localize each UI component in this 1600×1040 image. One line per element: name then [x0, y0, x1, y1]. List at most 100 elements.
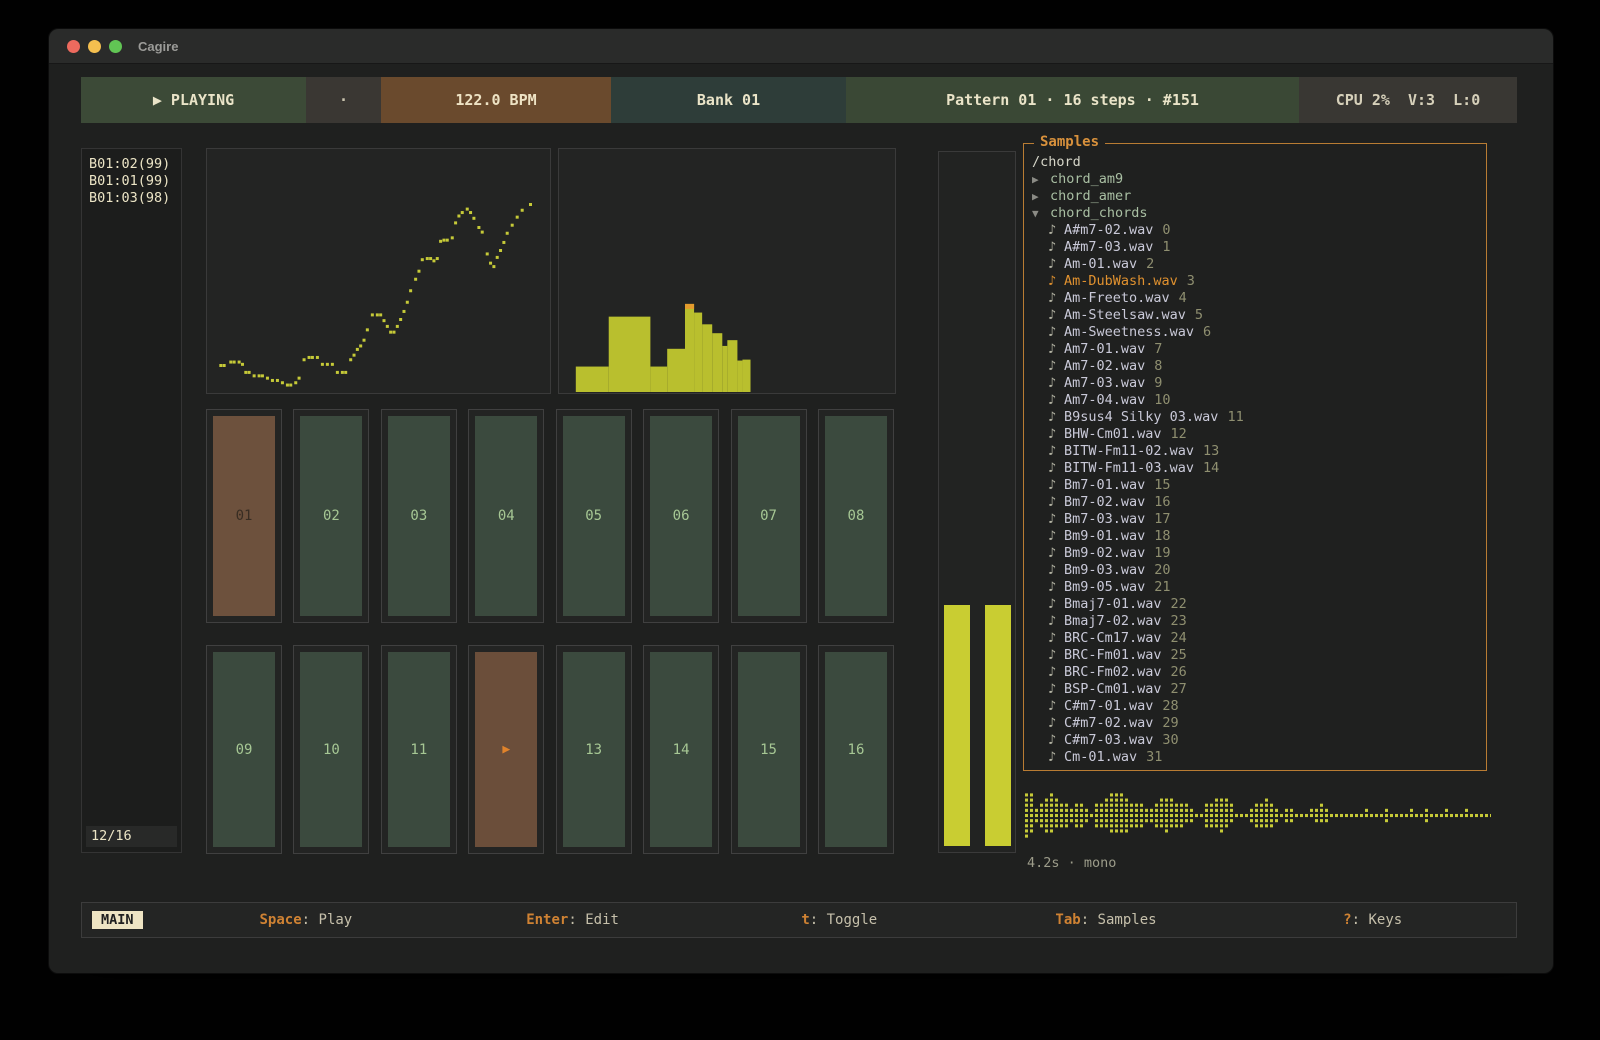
folder-name: chord_amer — [1050, 188, 1131, 204]
music-note-icon: ♪ — [1048, 443, 1064, 460]
music-note-icon: ♪ — [1048, 545, 1064, 562]
music-note-icon: ♪ — [1048, 477, 1064, 494]
music-note-icon: ♪ — [1048, 528, 1064, 545]
sample-file-row[interactable]: ♪BRC-Fm01.wav25 — [1048, 647, 1482, 664]
sample-file-row[interactable]: ♪Bm7-01.wav15 — [1048, 477, 1482, 494]
pad-08[interactable]: 08 — [818, 409, 894, 623]
sample-file-row[interactable]: ♪Bmaj7-01.wav22 — [1048, 596, 1482, 613]
music-note-icon: ♪ — [1048, 596, 1064, 613]
pad-label: 09 — [213, 652, 275, 847]
sample-file-index: 29 — [1162, 715, 1178, 731]
sample-file-index: 24 — [1171, 630, 1187, 646]
pad-13[interactable]: 13 — [556, 645, 632, 854]
pad-03[interactable]: 03 — [381, 409, 457, 623]
sample-file-row[interactable]: ♪Am7-04.wav10 — [1048, 392, 1482, 409]
sample-file-name: A#m7-02.wav — [1064, 222, 1153, 238]
pad-05[interactable]: 05 — [556, 409, 632, 623]
folder-expanded-icon[interactable]: ▼ — [1032, 205, 1050, 222]
sample-file-row[interactable]: ♪BITW-Fm11-03.wav14 — [1048, 460, 1482, 477]
sample-file-name: Am7-01.wav — [1064, 341, 1145, 357]
sample-file-row[interactable]: ♪Am7-03.wav9 — [1048, 375, 1482, 392]
pad-label: 05 — [563, 416, 625, 616]
sample-file-row[interactable]: ♪Am7-01.wav7 — [1048, 341, 1482, 358]
pad-02[interactable]: 02 — [293, 409, 369, 623]
sample-file-row[interactable]: ♪BHW-Cm01.wav12 — [1048, 426, 1482, 443]
sample-file-row[interactable]: ♪B9sus4 Silky 03.wav11 — [1048, 409, 1482, 426]
sample-file-row[interactable]: ♪C#m7-03.wav30 — [1048, 732, 1482, 749]
sample-file-name: BRC-Fm01.wav — [1064, 647, 1162, 663]
status-segment-transport[interactable]: ▶ PLAYING — [81, 77, 306, 123]
pad-09[interactable]: 09 — [206, 645, 282, 854]
sample-file-row[interactable]: ♪Bm9-01.wav18 — [1048, 528, 1482, 545]
sample-file-index: 23 — [1171, 613, 1187, 629]
sample-file-index: 25 — [1171, 647, 1187, 663]
sample-file-index: 19 — [1154, 545, 1170, 561]
sample-file-row[interactable]: ♪C#m7-01.wav28 — [1048, 698, 1482, 715]
pad-14[interactable]: 14 — [643, 645, 719, 854]
status-segment-bank[interactable]: Bank 01 — [611, 77, 846, 123]
folder-row-chord_amer[interactable]: ▶chord_amer — [1032, 188, 1482, 205]
sample-file-row-selected[interactable]: ♪Am-DubWash.wav3 — [1048, 273, 1482, 290]
voice-readout: B01:03(98) — [82, 190, 181, 207]
folder-collapsed-icon[interactable]: ▶ — [1032, 188, 1050, 205]
sample-file-row[interactable]: ♪A#m7-02.wav0 — [1048, 222, 1482, 239]
sample-file-row[interactable]: ♪Am-Steelsaw.wav5 — [1048, 307, 1482, 324]
pad-07[interactable]: 07 — [731, 409, 807, 623]
pad-label: 11 — [388, 652, 450, 847]
music-note-icon: ♪ — [1048, 375, 1064, 392]
sample-file-row[interactable]: ♪Bm9-05.wav21 — [1048, 579, 1482, 596]
sample-file-index: 5 — [1195, 307, 1203, 323]
status-segment-bpm[interactable]: 122.0 BPM — [381, 77, 611, 123]
samples-file-tree[interactable]: /chord▶chord_am9▶chord_amer▼chord_chords… — [1024, 144, 1486, 770]
music-note-icon: ♪ — [1048, 664, 1064, 681]
sample-file-row[interactable]: ♪C#m7-02.wav29 — [1048, 715, 1482, 732]
folder-collapsed-icon[interactable]: ▶ — [1032, 171, 1050, 188]
sample-file-row[interactable]: ♪Bmaj7-02.wav23 — [1048, 613, 1482, 630]
sample-file-row[interactable]: ♪BSP-Cm01.wav27 — [1048, 681, 1482, 698]
key-hint-keys: ?: Keys — [1239, 912, 1506, 928]
sample-file-row[interactable]: ♪A#m7-03.wav1 — [1048, 239, 1482, 256]
sample-file-row[interactable]: ♪Bm9-02.wav 19 — [1048, 545, 1482, 562]
window-titlebar: Cagire — [49, 29, 1553, 64]
sample-file-index: 17 — [1154, 511, 1170, 527]
sample-file-row[interactable]: ♪Am-01.wav2 — [1048, 256, 1482, 273]
sample-file-row[interactable]: ♪Cm-01.wav31 — [1048, 749, 1482, 766]
sample-file-row[interactable]: ♪Am7-02.wav8 — [1048, 358, 1482, 375]
pad-12[interactable]: ▶ — [468, 645, 544, 854]
key-hint-edit: Enter: Edit — [439, 912, 706, 928]
pad-16[interactable]: 16 — [818, 645, 894, 854]
sample-file-row[interactable]: ♪Bm7-03.wav17 — [1048, 511, 1482, 528]
pad-label: 07 — [738, 416, 800, 616]
folder-row-chord_am9[interactable]: ▶chord_am9 — [1032, 171, 1482, 188]
sample-file-name: Am7-03.wav — [1064, 375, 1145, 391]
sample-file-row[interactable]: ♪BRC-Cm17.wav24 — [1048, 630, 1482, 647]
pad-playing-icon: ▶ — [475, 652, 537, 847]
sample-file-row[interactable]: ♪Bm7-02.wav16 — [1048, 494, 1482, 511]
music-note-icon: ♪ — [1048, 239, 1064, 256]
samples-panel-title: Samples — [1034, 134, 1105, 150]
folder-row-chord_chords[interactable]: ▼chord_chords — [1032, 205, 1482, 222]
sample-file-name: Bm9-02.wav — [1064, 545, 1145, 561]
keybinds-bar: MAIN Space: PlayEnter: Editt: ToggleTab:… — [81, 902, 1517, 938]
sample-file-name: C#m7-01.wav — [1064, 698, 1153, 714]
pad-04[interactable]: 04 — [468, 409, 544, 623]
sample-file-row[interactable]: ♪BITW-Fm11-02.wav13 — [1048, 443, 1482, 460]
close-window-button[interactable] — [67, 40, 80, 53]
histogram-plot — [559, 149, 895, 393]
sample-file-row[interactable]: ♪Am-Freeto.wav4 — [1048, 290, 1482, 307]
sample-file-row[interactable]: ♪Am-Sweetness.wav6 — [1048, 324, 1482, 341]
status-segment-metronome: · — [306, 77, 381, 123]
pad-06[interactable]: 06 — [643, 409, 719, 623]
pad-11[interactable]: 11 — [381, 645, 457, 854]
sample-file-row[interactable]: ♪BRC-Fm02.wav26 — [1048, 664, 1482, 681]
pad-15[interactable]: 15 — [731, 645, 807, 854]
pad-01[interactable]: 01 — [206, 409, 282, 623]
zoom-window-button[interactable] — [109, 40, 122, 53]
sample-file-name: Bmaj7-02.wav — [1064, 613, 1162, 629]
pad-10[interactable]: 10 — [293, 645, 369, 854]
minimize-window-button[interactable] — [88, 40, 101, 53]
sample-file-index: 21 — [1154, 579, 1170, 595]
sample-file-index: 22 — [1171, 596, 1187, 612]
sample-file-row[interactable]: ♪Bm9-03.wav20 — [1048, 562, 1482, 579]
status-segment-pattern[interactable]: Pattern 01 · 16 steps · #151 — [846, 77, 1299, 123]
